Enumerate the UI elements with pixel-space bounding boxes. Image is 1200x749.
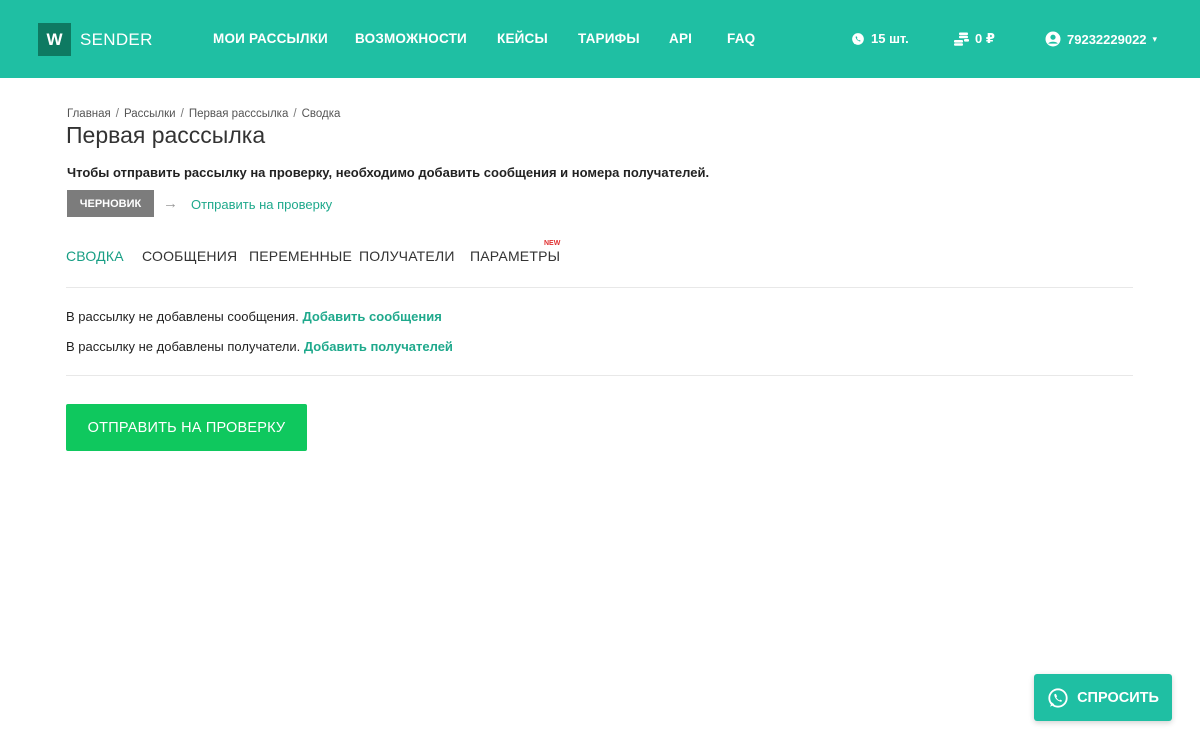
logo-mark: W <box>38 23 71 56</box>
messages-summary-text: В рассылку не добавлены сообщения. <box>66 309 299 324</box>
user-phone: 79232229022 <box>1067 31 1147 47</box>
nav-faq[interactable]: FAQ <box>727 31 755 46</box>
recipients-summary-text: В рассылку не добавлены получатели. <box>66 339 301 354</box>
logo[interactable]: W SENDER <box>38 23 153 56</box>
messages-summary: В рассылку не добавлены сообщения. Добав… <box>66 309 442 324</box>
breadcrumb-separator: / <box>180 108 184 120</box>
messages-count: 15 шт. <box>871 31 909 46</box>
tab-messages[interactable]: СООБЩЕНИЯ <box>142 248 237 264</box>
add-recipients-link[interactable]: Добавить получателей <box>304 339 453 354</box>
whatsapp-icon <box>852 32 864 45</box>
tab-variables[interactable]: ПЕРЕМЕННЫЕ <box>249 248 352 264</box>
ask-button[interactable]: СПРОСИТЬ <box>1034 674 1172 721</box>
nav-cases[interactable]: КЕЙСЫ <box>497 31 548 46</box>
divider <box>66 375 1133 376</box>
messages-counter[interactable]: 15 шт. <box>851 31 909 46</box>
balance-value: 0 ₽ <box>975 31 995 46</box>
tab-summary[interactable]: СВОДКА <box>66 248 124 264</box>
send-for-review-link[interactable]: Отправить на проверку <box>191 197 332 212</box>
notice-text: Чтобы отправить рассылку на проверку, не… <box>67 165 710 180</box>
top-navbar: W SENDER МОИ РАССЫЛКИ ВОЗМОЖНОСТИ КЕЙСЫ … <box>0 0 1200 78</box>
ask-button-label: СПРОСИТЬ <box>1077 689 1159 706</box>
nav-pricing[interactable]: ТАРИФЫ <box>578 31 640 46</box>
breadcrumb-separator: / <box>115 108 119 120</box>
tab-recipients[interactable]: ПОЛУЧАТЕЛИ <box>359 248 455 264</box>
balance-counter[interactable]: 0 ₽ <box>954 31 995 47</box>
add-messages-link[interactable]: Добавить сообщения <box>302 309 441 324</box>
arrow-right-icon: → <box>163 195 178 212</box>
breadcrumb-mailings[interactable]: Рассылки <box>124 108 176 120</box>
nav-features[interactable]: ВОЗМОЖНОСТИ <box>355 31 467 46</box>
nav-api[interactable]: API <box>669 31 692 46</box>
divider <box>66 287 1133 288</box>
submit-for-review-button[interactable]: ОТПРАВИТЬ НА ПРОВЕРКУ <box>66 404 307 451</box>
logo-text: SENDER <box>80 29 153 49</box>
nav-my-mailings[interactable]: МОИ РАССЫЛКИ <box>213 31 328 46</box>
new-badge: NEW <box>544 240 561 247</box>
breadcrumb-home[interactable]: Главная <box>67 108 111 120</box>
coins-icon <box>954 32 969 46</box>
recipients-summary: В рассылку не добавлены получатели. Доба… <box>66 339 453 354</box>
user-menu[interactable]: 79232229022 ▾ <box>1045 31 1157 47</box>
chevron-down-icon: ▾ <box>1152 33 1158 44</box>
breadcrumb-separator: / <box>293 108 297 120</box>
breadcrumb-current: Сводка <box>301 108 341 120</box>
user-icon <box>1045 31 1061 47</box>
status-badge: ЧЕРНОВИК <box>67 190 154 217</box>
page-title: Первая расссылка <box>66 122 266 148</box>
breadcrumb: Главная / Рассылки / Первая расссылка / Сводка <box>67 108 340 120</box>
breadcrumb-mailing[interactable]: Первая расссылка <box>189 108 289 120</box>
whatsapp-icon <box>1048 687 1068 708</box>
tab-parameters[interactable]: ПАРАМЕТРЫ <box>470 248 560 264</box>
